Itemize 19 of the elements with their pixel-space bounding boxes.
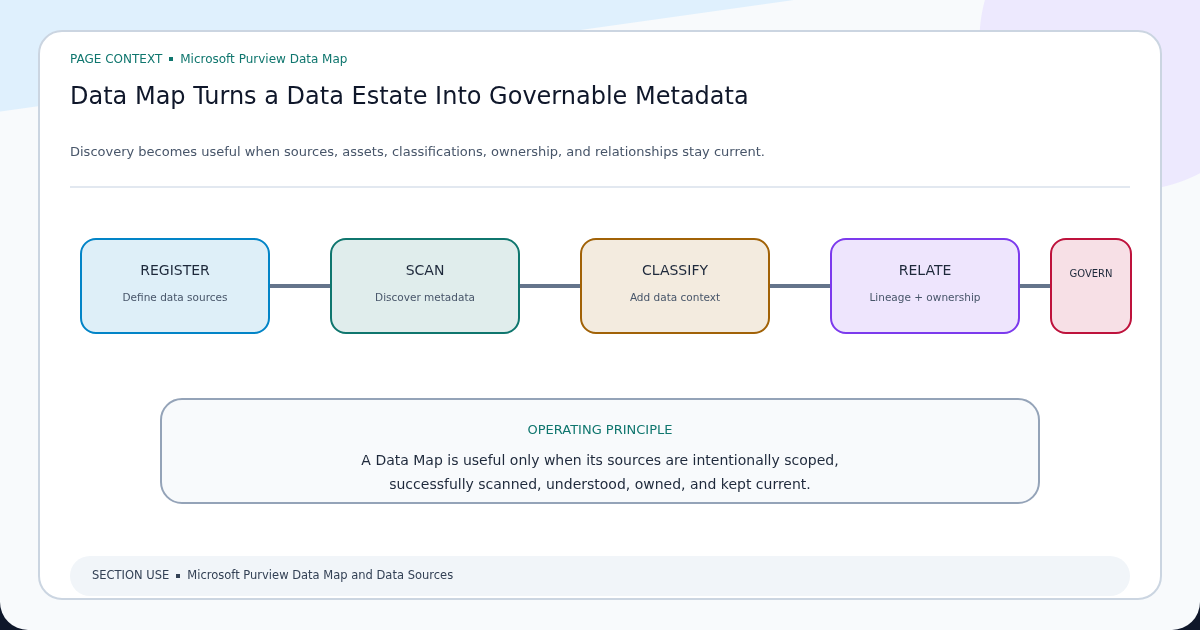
step-title: GOVERN (1069, 267, 1113, 282)
step-title: RELATE (898, 261, 952, 281)
page-title: Data Map Turns a Data Estate Into Governable Metadata (70, 82, 750, 111)
principle-text: A Data Map is useful only when its sources are intentionally scoped, successfully scanned, understood, owned, and kept current. (361, 450, 839, 494)
step-caption: Discover metadata (375, 290, 475, 306)
footer-label: SECTION USE (92, 567, 170, 585)
eyebrow-label: PAGE CONTEXT (70, 51, 163, 68)
principle-label: OPERATING PRINCIPLE (527, 421, 673, 440)
step-caption: Lineage + ownership (869, 290, 981, 306)
step-caption: Define data sources (122, 290, 228, 306)
step-caption: Add data context (629, 290, 721, 306)
step-title: CLASSIFY (642, 261, 708, 281)
page-subtitle: Discovery becomes useful when sources, assets, classifications, ownership, and relationships stay current. (70, 142, 766, 161)
footer-value: Microsoft Purview Data Map and Data Sources (187, 567, 454, 585)
bullet-icon (176, 574, 181, 578)
eyebrow-value: Microsoft Purview Data Map (180, 51, 348, 68)
step-title: REGISTER (140, 261, 210, 281)
bullet-icon (169, 57, 174, 61)
step-title: SCAN (405, 261, 445, 281)
